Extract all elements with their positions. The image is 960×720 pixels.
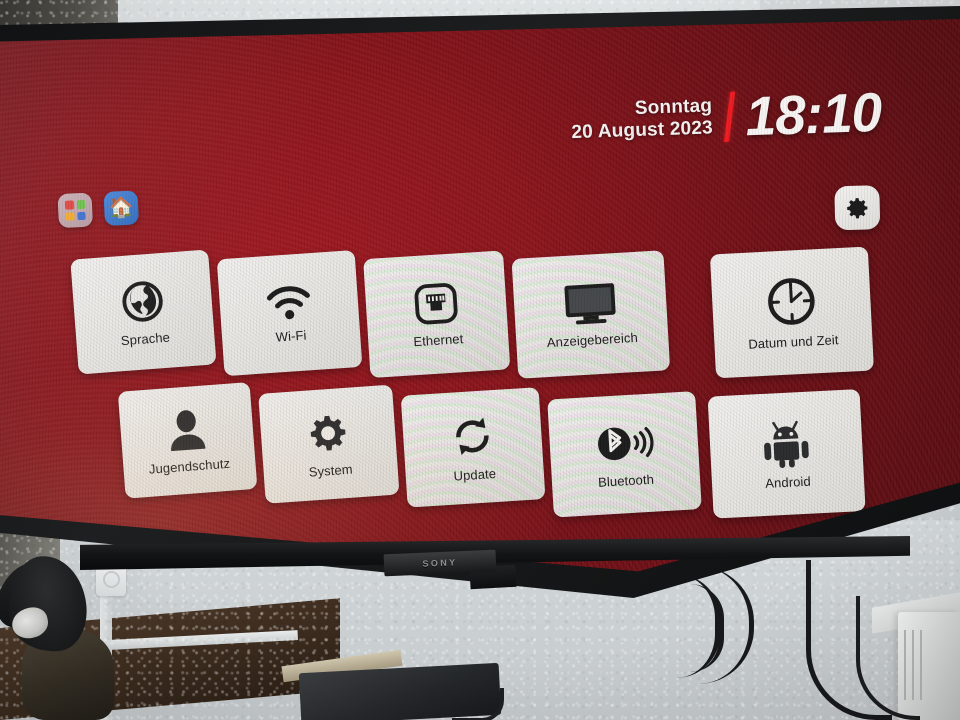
globe-icon xyxy=(118,276,167,325)
apps-grid-glyph xyxy=(64,199,86,221)
quick-launch-bar: 🏠 xyxy=(57,190,139,229)
home-glyph: 🏠 xyxy=(108,196,135,220)
tile-android[interactable]: Android xyxy=(707,389,866,519)
refresh-arrows-icon xyxy=(447,411,498,462)
apps-icon[interactable] xyxy=(57,192,94,229)
tile-label: Wi-Fi xyxy=(275,327,307,345)
tile-jugendschutz[interactable]: Jugendschutz xyxy=(117,382,258,499)
tile-label: Datum und Zeit xyxy=(747,332,839,352)
tile-ethernet[interactable]: Ethernet xyxy=(363,250,511,378)
ethernet-port-icon xyxy=(412,280,461,327)
tile-label: Bluetooth xyxy=(597,471,655,490)
tile-wifi[interactable]: Wi-Fi xyxy=(216,250,363,377)
clock-time: 18:10 xyxy=(744,80,883,148)
tile-label: Android xyxy=(764,473,812,491)
bluetooth-signal-icon xyxy=(592,419,657,468)
date-column: Sonntag 20 August 2023 xyxy=(570,95,713,144)
tile-label: Sprache xyxy=(120,329,171,348)
datetime-display: Sonntag 20 August 2023 18:10 xyxy=(570,80,882,154)
gear-icon xyxy=(847,197,868,218)
tv-screen[interactable]: Sonntag 20 August 2023 18:10 🏠 Sprache W… xyxy=(0,19,960,572)
settings-gear-button[interactable] xyxy=(834,185,881,231)
weekday-label: Sonntag xyxy=(634,95,713,119)
settings-tile-grid: Sprache Wi-Fi Ethernet Anzeigebereich Da… xyxy=(0,19,960,571)
clock-icon xyxy=(764,274,819,329)
person-icon xyxy=(163,406,210,453)
date-label: 20 August 2023 xyxy=(571,117,714,144)
tile-update[interactable]: Update xyxy=(400,387,546,508)
android-robot-icon xyxy=(759,417,813,470)
home-icon[interactable]: 🏠 xyxy=(103,190,139,226)
tile-anzeigebereich[interactable]: Anzeigebereich xyxy=(511,250,671,379)
tile-label: Update xyxy=(453,465,497,484)
tile-label: Anzeigebereich xyxy=(546,329,639,351)
monitor-icon xyxy=(561,280,619,327)
brand-logo-text: SONY xyxy=(422,557,458,569)
wifi-icon xyxy=(264,282,314,323)
tile-datum-und-zeit[interactable]: Datum und Zeit xyxy=(709,246,874,379)
tile-label: Ethernet xyxy=(412,330,464,349)
tile-bluetooth[interactable]: Bluetooth xyxy=(547,391,702,518)
screen-glare xyxy=(0,19,384,572)
brand-logo-plate: SONY xyxy=(383,549,497,577)
tile-label: System xyxy=(308,461,354,480)
settings-menu-ui: Sonntag 20 August 2023 18:10 🏠 Sprache W… xyxy=(0,19,960,571)
tile-system[interactable]: System xyxy=(258,384,400,504)
wall-socket xyxy=(96,562,126,596)
tile-label: Jugendschutz xyxy=(148,455,231,477)
datetime-divider xyxy=(723,91,735,143)
equipment-cable xyxy=(452,688,504,720)
tile-sprache[interactable]: Sprache xyxy=(70,249,217,375)
socket-hole xyxy=(103,571,120,588)
gear-icon xyxy=(304,409,353,458)
